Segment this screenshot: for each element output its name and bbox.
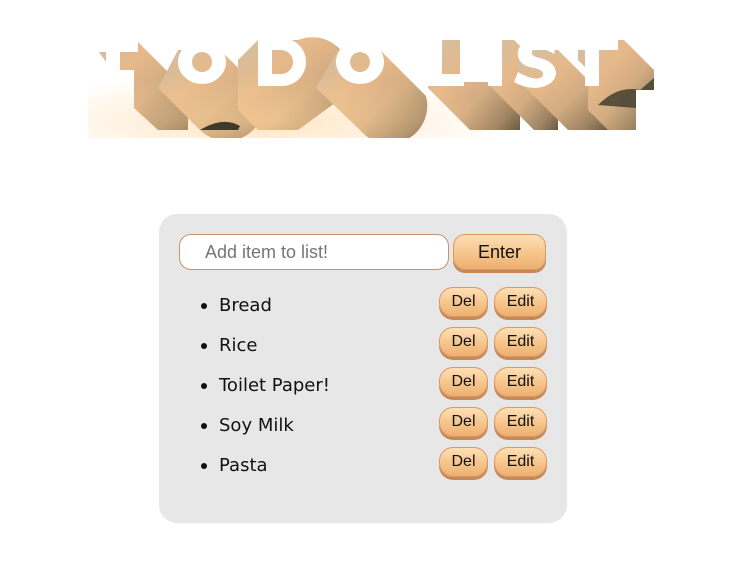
- add-item-input[interactable]: [179, 234, 449, 270]
- delete-button[interactable]: Del: [439, 447, 488, 477]
- todo-list: Bread Del Edit Rice Del Edit Toilet Pape…: [159, 286, 567, 486]
- bullet-icon: [201, 383, 207, 389]
- bullet-icon: [201, 343, 207, 349]
- delete-button[interactable]: Del: [439, 327, 488, 357]
- delete-button[interactable]: Del: [439, 367, 488, 397]
- item-text: Bread: [219, 295, 272, 316]
- edit-button[interactable]: Edit: [494, 407, 547, 437]
- delete-button[interactable]: Del: [439, 407, 488, 437]
- edit-button[interactable]: Edit: [494, 327, 547, 357]
- list-item: Bread Del Edit: [159, 286, 567, 326]
- item-text: Soy Milk: [219, 415, 294, 436]
- list-item: Toilet Paper! Del Edit: [159, 366, 567, 406]
- page: Enter Bread Del Edit Rice Del Edit Toile…: [0, 0, 753, 565]
- todo-card: Enter Bread Del Edit Rice Del Edit Toile…: [159, 214, 567, 523]
- add-item-row: Enter: [179, 234, 549, 274]
- enter-button[interactable]: Enter: [453, 234, 546, 270]
- title-graphic: [88, 30, 658, 138]
- item-text: Rice: [219, 335, 258, 356]
- bullet-icon: [201, 463, 207, 469]
- item-text: Pasta: [219, 455, 268, 476]
- list-item: Pasta Del Edit: [159, 446, 567, 486]
- title-logo: [88, 30, 658, 138]
- bullet-icon: [201, 423, 207, 429]
- list-item: Soy Milk Del Edit: [159, 406, 567, 446]
- edit-button[interactable]: Edit: [494, 287, 547, 317]
- item-text: Toilet Paper!: [219, 375, 330, 396]
- bullet-icon: [201, 303, 207, 309]
- list-item: Rice Del Edit: [159, 326, 567, 366]
- delete-button[interactable]: Del: [439, 287, 488, 317]
- edit-button[interactable]: Edit: [494, 367, 547, 397]
- edit-button[interactable]: Edit: [494, 447, 547, 477]
